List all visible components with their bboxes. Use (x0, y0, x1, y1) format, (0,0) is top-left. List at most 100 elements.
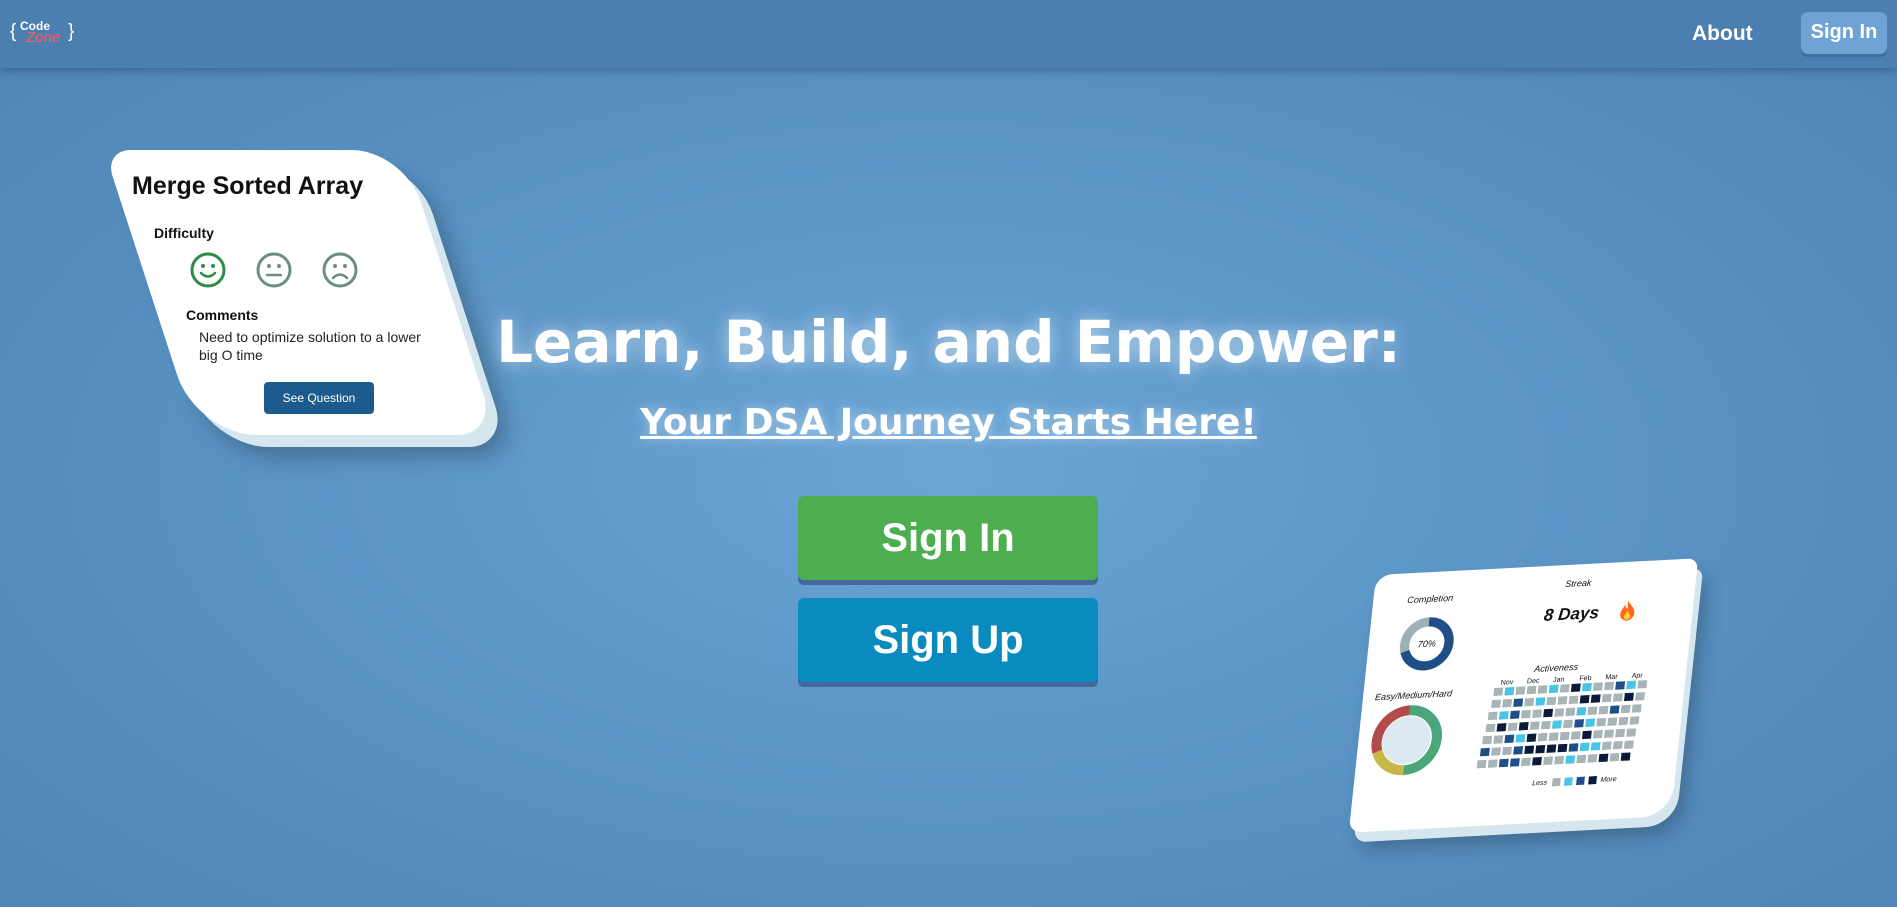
logo-close-brace: } (68, 21, 75, 42)
heatmap-cell (1512, 746, 1523, 755)
heatmap-cell (1557, 696, 1567, 705)
heatmap-cell (1592, 730, 1603, 739)
heatmap-cell (1487, 711, 1498, 721)
heatmap-cell (1623, 740, 1634, 749)
heatmap-cell (1520, 757, 1531, 767)
comment-text: Need to optimize solution to a lower big… (199, 329, 421, 363)
heatmap-cell (1534, 697, 1545, 706)
heatmap-cell (1623, 692, 1634, 702)
heatmap-cell (1490, 699, 1501, 709)
heatmap-cell (1598, 705, 1609, 715)
heatmap-cell (1509, 758, 1520, 767)
heatmap-cell (1606, 717, 1617, 726)
comments-label: Comments (186, 307, 259, 323)
heatmap-cell (1604, 729, 1614, 738)
heatmap-cell (1545, 744, 1556, 753)
stats-card: Completion 70% Streak 8 Days Easy/Medium… (1348, 558, 1699, 833)
activeness-months: Nov Dec Jan Feb Mar Apr (1376, 558, 1698, 686)
code-zone-logo[interactable]: { Code Zone } (10, 17, 80, 47)
heatmap-cell (1532, 757, 1542, 766)
streak-label: Streak (1564, 577, 1593, 590)
heatmap-cell (1615, 728, 1626, 738)
heatmap-cell (1545, 696, 1556, 706)
heatmap-cell (1626, 728, 1637, 737)
heatmap-cell (1526, 733, 1537, 742)
heatmap-cell (1479, 747, 1490, 757)
heatmap-cell (1612, 740, 1623, 750)
about-link[interactable]: About (1692, 22, 1753, 46)
heatmap-cell (1609, 753, 1620, 762)
streak-value: 8 Days (1542, 603, 1601, 625)
heatmap-cell (1620, 704, 1631, 714)
heatmap-cell (1504, 686, 1515, 696)
heatmap-cell (1593, 682, 1603, 691)
heatmap-cell (1498, 758, 1509, 768)
difficulty-donut-chart (1371, 705, 1442, 776)
logo-open-brace: { (10, 21, 17, 42)
month-label: Dec (1526, 677, 1540, 686)
heatmap-cell (1554, 708, 1565, 717)
month-label: Mar (1605, 673, 1618, 682)
heatmap-cell (1509, 710, 1520, 719)
happy-face-icon[interactable] (190, 252, 226, 288)
heatmap-cell (1529, 721, 1540, 730)
heatmap-cell (1485, 723, 1495, 733)
heatmap-cell (1576, 707, 1587, 716)
heatmap-cell (1565, 755, 1576, 764)
heatmap-cell (1515, 734, 1526, 743)
heatmap-cell (1570, 731, 1581, 740)
heatmap-cell (1493, 687, 1504, 697)
heatmap-cell (1501, 746, 1512, 756)
heatmap-cell (1540, 720, 1551, 730)
heatmap-cell (1590, 742, 1601, 751)
heatmap-cell (1626, 680, 1637, 690)
heatmap-cell (1537, 685, 1548, 694)
heatmap-cell (1537, 732, 1548, 742)
month-label: Feb (1578, 675, 1592, 683)
nav-signin-button[interactable]: Sign In (1801, 12, 1887, 54)
legend-swatch (1576, 776, 1585, 786)
heatmap-cell (1496, 723, 1506, 732)
heatmap-cell (1501, 699, 1512, 708)
heatmap-cell (1568, 695, 1579, 705)
heatmap-cell (1612, 693, 1623, 702)
heatmap-cell (1559, 731, 1570, 741)
heatmap-cell (1515, 686, 1526, 695)
heatmap-cell (1559, 684, 1570, 693)
legend-less-label: Less (1531, 779, 1548, 788)
heatmap-cell (1487, 759, 1498, 768)
question-title: Merge Sorted Array (132, 172, 364, 200)
see-question-button[interactable]: See Question (264, 382, 374, 414)
heatmap-cell (1493, 735, 1504, 744)
signup-button[interactable]: Sign Up (798, 598, 1098, 682)
heatmap-cell (1587, 706, 1598, 715)
month-label: Nov (1500, 679, 1514, 687)
heatmap-cell (1565, 707, 1576, 717)
heatmap-cell (1543, 756, 1554, 765)
legend-swatch (1588, 776, 1598, 785)
heatmap-cell (1512, 698, 1523, 707)
heatmap-cell (1518, 722, 1529, 731)
heatmap-cell (1562, 719, 1573, 729)
signin-button[interactable]: Sign In (798, 496, 1098, 580)
completion-label: Completion (1406, 592, 1454, 606)
heatmap-cell (1579, 742, 1590, 752)
heatmap-cell (1523, 697, 1534, 707)
legend-more-label: More (1600, 775, 1618, 784)
month-label: Apr (1631, 672, 1643, 680)
heatmap-cell (1631, 704, 1642, 713)
heatmap-cell (1634, 692, 1645, 701)
heatmap-cell (1637, 680, 1648, 689)
heatmap-cell (1579, 695, 1590, 704)
heatmap-cell (1590, 694, 1601, 703)
sad-face-icon[interactable] (322, 252, 358, 288)
neutral-face-icon[interactable] (256, 252, 292, 288)
heatmap-cell (1604, 681, 1615, 691)
top-navbar: { Code Zone } About Sign In (0, 0, 1897, 68)
difficulty-label: Difficulty (154, 225, 214, 241)
activeness-label: Activeness (1533, 661, 1579, 675)
completion-donut-chart: 70% (1399, 616, 1455, 671)
fire-icon (1620, 600, 1635, 621)
heatmap-cell (1504, 734, 1515, 744)
heatmap-cell (1548, 684, 1559, 694)
